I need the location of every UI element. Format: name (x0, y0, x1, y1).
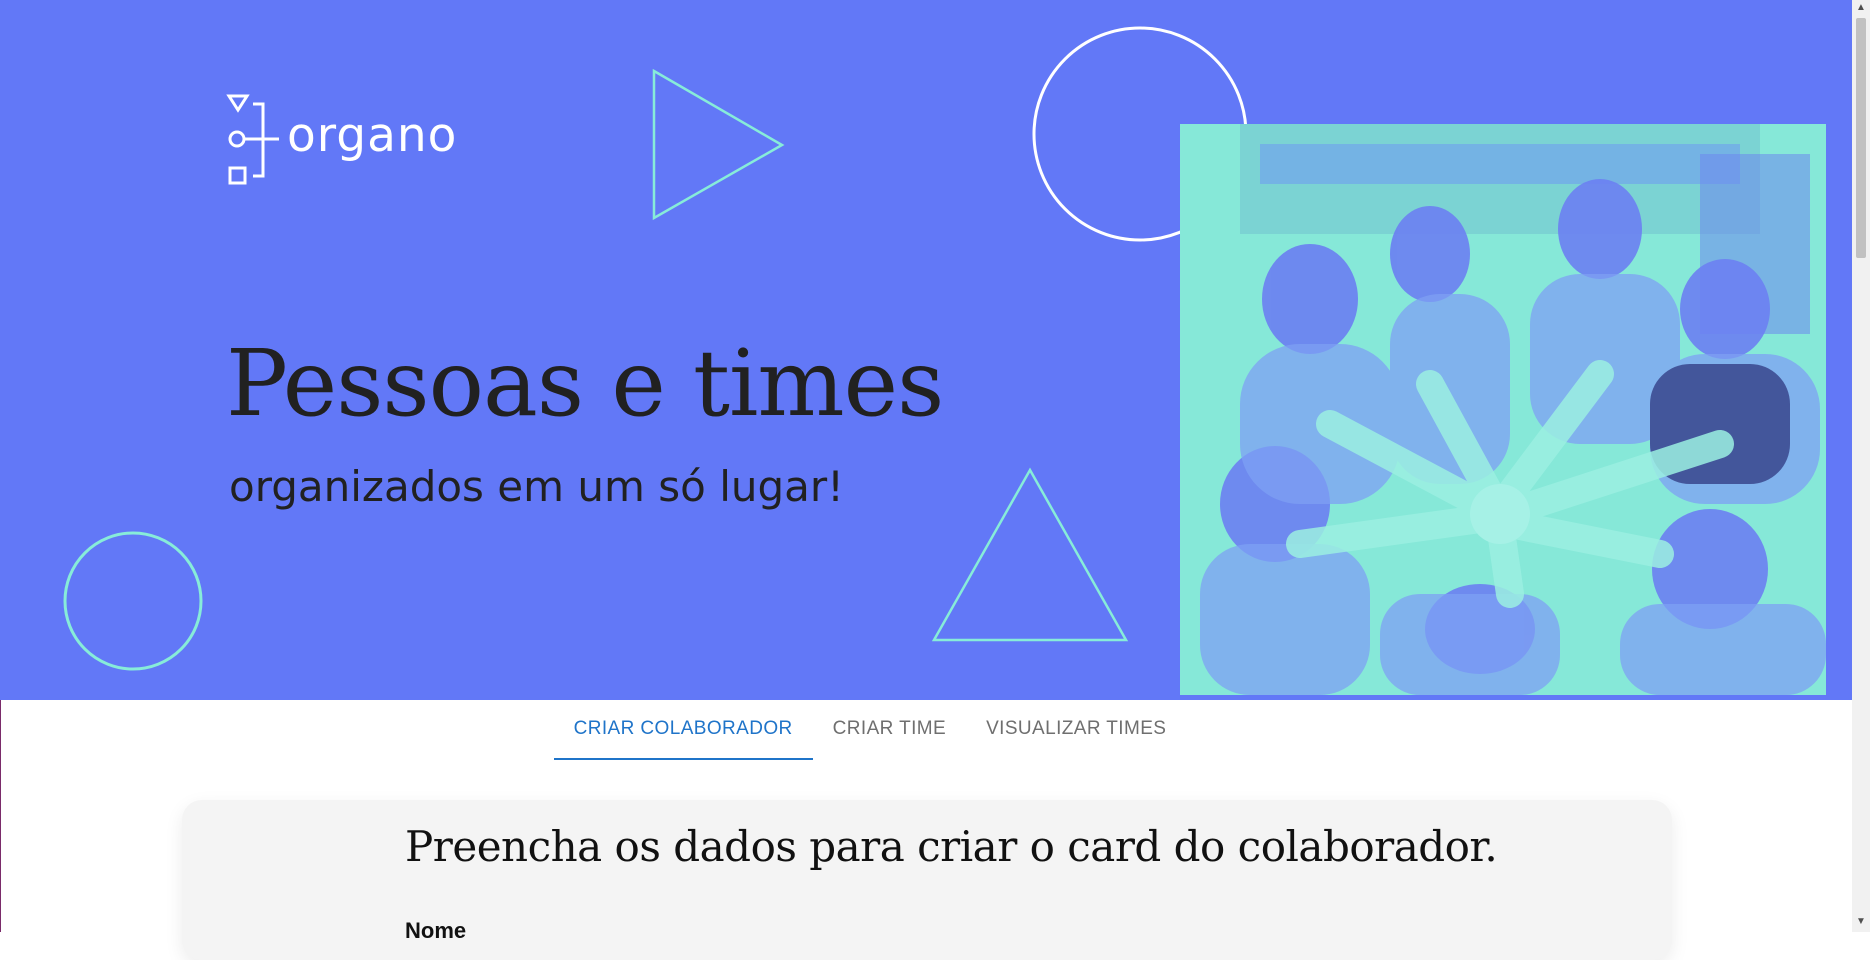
brand-logo[interactable]: organo (225, 92, 457, 188)
tab-criar-time[interactable]: CRIAR TIME (813, 700, 966, 760)
brand-name: organo (287, 107, 458, 163)
circle-outline-mint-icon (63, 531, 203, 671)
scroll-up-arrow-icon[interactable]: ▲ (1855, 2, 1867, 14)
tab-criar-colaborador[interactable]: CRIAR COLABORADOR (553, 700, 813, 760)
tab-visualizar-times[interactable]: VISUALIZAR TIMES (966, 700, 1186, 760)
triangle-right-outline-icon (652, 68, 785, 221)
team-hands-photo (1180, 124, 1826, 695)
triangle-up-outline-icon (931, 467, 1129, 642)
team-photo-illustration (1180, 124, 1826, 695)
main-tabs: CRIAR COLABORADOR CRIAR TIME VISUALIZAR … (0, 700, 1852, 762)
page: organo Pessoas e times organizados em um… (0, 0, 1852, 960)
form-heading: Preencha os dados para criar o card do c… (405, 822, 1498, 871)
organo-logo-icon (226, 94, 279, 185)
scroll-down-arrow-icon[interactable]: ▼ (1855, 916, 1867, 928)
hero-banner: organo Pessoas e times organizados em um… (0, 0, 1852, 700)
page-scrollbar[interactable]: ▲ ▼ (1852, 0, 1870, 932)
scrollbar-thumb[interactable] (1856, 18, 1866, 258)
name-field-label: Nome (405, 918, 467, 943)
hero-subtitle: organizados em um só lugar! (229, 462, 844, 511)
hero-title: Pessoas e times (226, 330, 944, 437)
